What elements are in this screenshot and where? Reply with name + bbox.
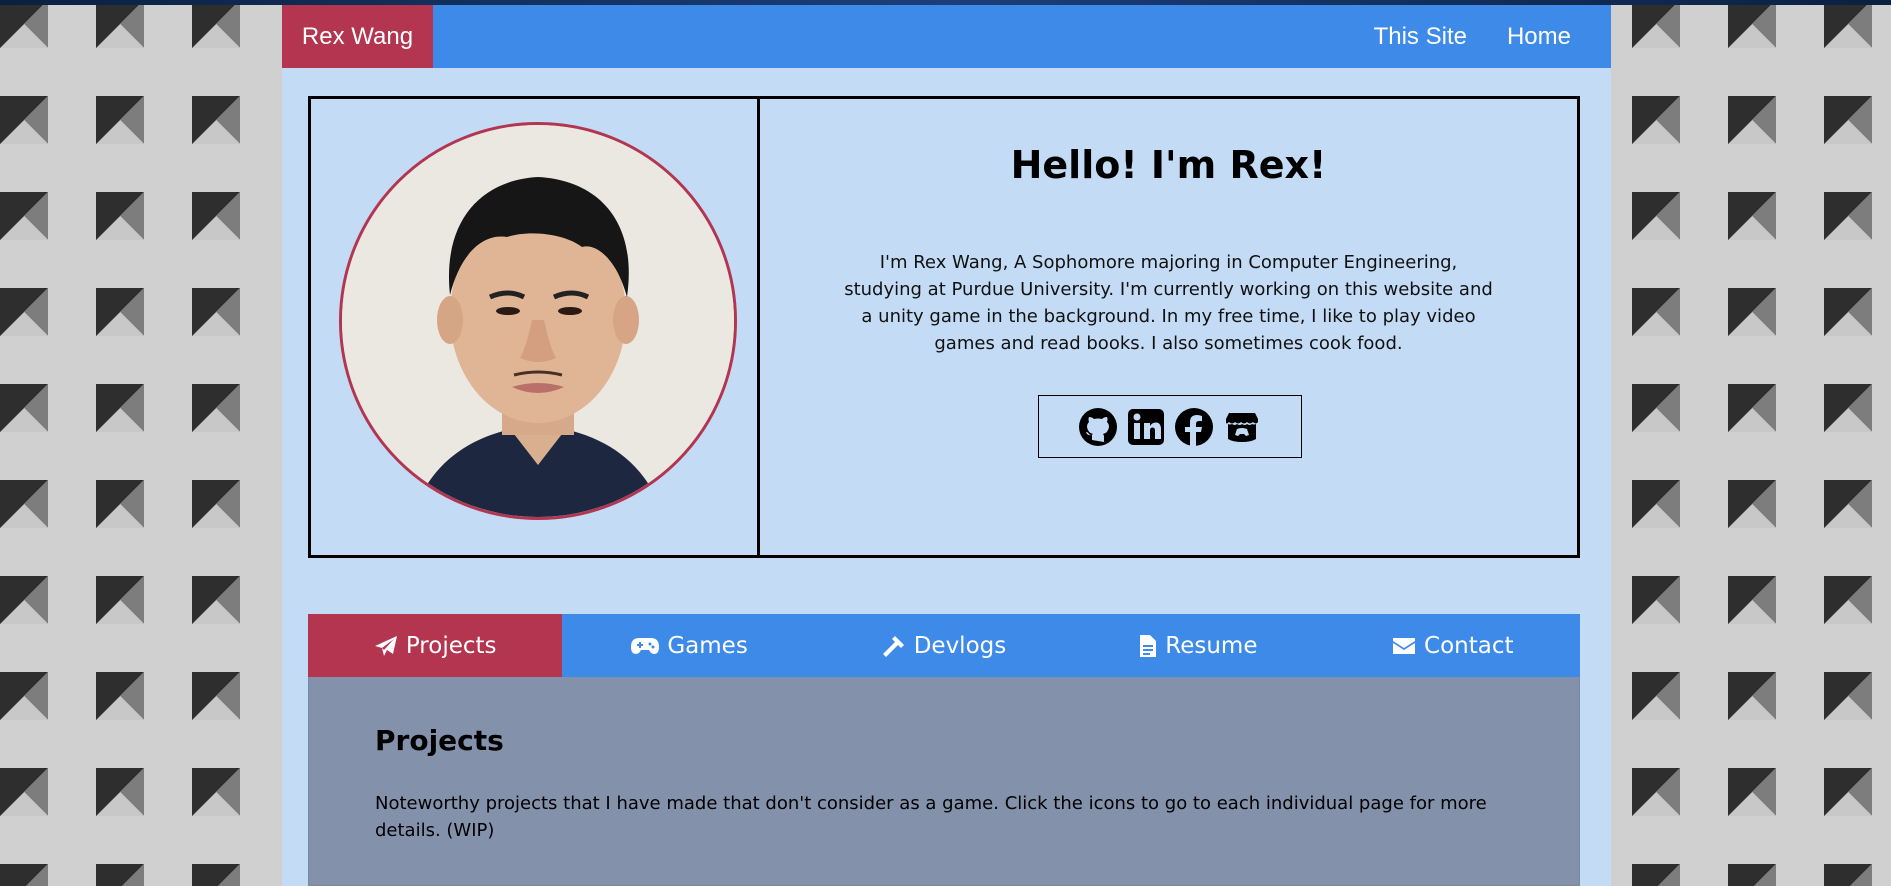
linkedin-icon[interactable] [1126,407,1166,447]
nav-links: This Site Home [1374,5,1611,68]
panel-description: Noteworthy projects that I have made tha… [375,793,1487,841]
hero-bio: I'm Rex Wang, A Sophomore majoring in Co… [844,252,1493,354]
hero-intro-cell: Hello! I'm Rex! I'm Rex Wang, A Sophomor… [760,99,1577,555]
tab-resume[interactable]: Resume [1071,614,1325,677]
tab-label: Contact [1424,632,1514,659]
tab-label: Devlogs [913,632,1007,659]
hero-photo-cell [311,99,760,555]
tab-projects[interactable]: Projects [308,614,563,677]
itchio-icon[interactable] [1222,407,1262,447]
brand-link[interactable]: Rex Wang [282,5,433,68]
github-icon[interactable] [1078,407,1118,447]
panel-title: Projects [375,724,504,757]
document-icon [1140,634,1157,657]
envelope-icon [1393,637,1416,654]
hero-section: Hello! I'm Rex! I'm Rex Wang, A Sophomor… [308,96,1580,558]
facebook-icon[interactable] [1174,407,1214,447]
tab-label: Projects [405,632,497,659]
paper-plane-icon [374,635,397,656]
nav-link-home[interactable]: Home [1507,23,1571,51]
tab-panel-projects: Projects Noteworthy projects that I have… [308,677,1580,886]
tab-devlogs[interactable]: Devlogs [817,614,1071,677]
tab-label: Resume [1165,632,1258,659]
gamepad-icon [631,637,660,654]
hero-title: Hello! I'm Rex! [1010,143,1327,187]
section-tabs: Projects Games Devlogs Resume Contact [308,614,1580,677]
tab-label: Games [667,632,748,659]
social-links [1038,395,1302,458]
tab-games[interactable]: Games [562,614,816,677]
nav-link-this-site[interactable]: This Site [1374,23,1467,51]
page-container: Rex Wang This Site Home Hello! I'm Rex! … [282,5,1611,886]
navbar: Rex Wang This Site Home [282,5,1611,68]
portrait-image [342,125,734,517]
avatar [339,122,737,520]
tab-contact[interactable]: Contact [1326,614,1580,677]
hammer-icon [882,635,904,657]
